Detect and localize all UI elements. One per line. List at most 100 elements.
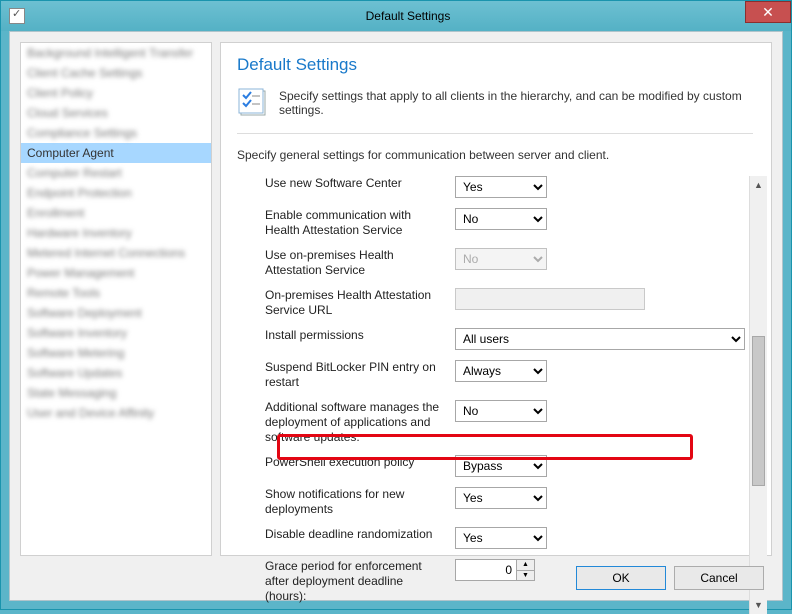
- ok-button[interactable]: OK: [576, 566, 666, 590]
- sidebar-item-label: Endpoint Protection: [27, 186, 132, 200]
- window-title: Default Settings: [25, 9, 791, 23]
- setting-control: Yes: [455, 487, 547, 509]
- settings-panel: Default Settings Specify settings that a…: [220, 42, 772, 556]
- setting-dropdown[interactable]: Always: [455, 360, 547, 382]
- setting-label: PowerShell execution policy: [265, 455, 455, 470]
- sidebar-item-label: Client Policy: [27, 86, 93, 100]
- setting-label: On-premises Health Attestation Service U…: [265, 288, 455, 318]
- scroll-thumb[interactable]: [752, 336, 765, 486]
- sidebar-item[interactable]: Hardware Inventory: [21, 223, 211, 243]
- setting-dropdown[interactable]: Yes: [455, 176, 547, 198]
- sidebar-item[interactable]: Software Metering: [21, 343, 211, 363]
- sidebar-item-label: Software Inventory: [27, 326, 127, 340]
- setting-spinner[interactable]: ▲▼: [455, 559, 535, 581]
- sidebar-item[interactable]: Computer Restart: [21, 163, 211, 183]
- setting-label: Disable deadline randomization: [265, 527, 455, 542]
- dialog-button-bar: OK Cancel: [576, 566, 764, 590]
- setting-dropdown[interactable]: Yes: [455, 527, 547, 549]
- sidebar-item[interactable]: Software Deployment: [21, 303, 211, 323]
- sidebar-item[interactable]: Background Intelligent Transfer: [21, 43, 211, 63]
- sidebar-item-label: Software Metering: [27, 346, 124, 360]
- sidebar-item-label: Software Deployment: [27, 306, 142, 320]
- category-sidebar[interactable]: Background Intelligent Transfer Client Ca…: [20, 42, 212, 556]
- setting-dropdown[interactable]: Yes: [455, 487, 547, 509]
- sidebar-item-label: Enrollment: [27, 206, 84, 220]
- panel-sub-intro: Specify general settings for communicati…: [237, 148, 767, 162]
- sidebar-item-label: Background Intelligent Transfer: [27, 46, 193, 60]
- setting-row: On-premises Health Attestation Service U…: [265, 288, 745, 318]
- sidebar-item-label: Metered Internet Connections: [27, 246, 185, 260]
- setting-label: Grace period for enforcement after deplo…: [265, 559, 455, 604]
- sidebar-item-label: Computer Restart: [27, 166, 122, 180]
- sidebar-item[interactable]: Software Updates: [21, 363, 211, 383]
- setting-control: Bypass: [455, 455, 547, 477]
- setting-row: Use on-premises Health Attestation Servi…: [265, 248, 745, 278]
- sidebar-item[interactable]: Remote Tools: [21, 283, 211, 303]
- setting-label: Suspend BitLocker PIN entry on restart: [265, 360, 455, 390]
- sidebar-item[interactable]: User and Device Affinity: [21, 403, 211, 423]
- setting-row: Enable communication with Health Attesta…: [265, 208, 745, 238]
- system-menu-icon[interactable]: [9, 8, 25, 24]
- scroll-up-arrow[interactable]: ▲: [750, 176, 767, 194]
- setting-label: Enable communication with Health Attesta…: [265, 208, 455, 238]
- sidebar-item[interactable]: Compliance Settings: [21, 123, 211, 143]
- sidebar-item-label: Power Management: [27, 266, 134, 280]
- sidebar-item[interactable]: Endpoint Protection: [21, 183, 211, 203]
- setting-control: No: [455, 400, 547, 422]
- setting-control: No: [455, 248, 547, 270]
- setting-dropdown[interactable]: No: [455, 400, 547, 422]
- setting-control: All users: [455, 328, 745, 350]
- sidebar-item[interactable]: Power Management: [21, 263, 211, 283]
- sidebar-item[interactable]: Computer Agent: [21, 143, 211, 163]
- setting-control: No: [455, 208, 547, 230]
- setting-label: Use on-premises Health Attestation Servi…: [265, 248, 455, 278]
- sidebar-item-label: User and Device Affinity: [27, 406, 154, 420]
- spinner-down[interactable]: ▼: [517, 571, 534, 581]
- cancel-button[interactable]: Cancel: [674, 566, 764, 590]
- divider: [237, 133, 753, 134]
- setting-row: PowerShell execution policyBypass: [265, 455, 745, 477]
- setting-row: Show notifications for new deploymentsYe…: [265, 487, 745, 517]
- settings-list: Use new Software CenterYesEnable communi…: [237, 176, 749, 614]
- setting-dropdown[interactable]: All users: [455, 328, 745, 350]
- setting-label: Use new Software Center: [265, 176, 455, 191]
- setting-control: Yes: [455, 176, 547, 198]
- setting-row: Disable deadline randomizationYes: [265, 527, 745, 549]
- setting-dropdown[interactable]: Bypass: [455, 455, 547, 477]
- default-settings-window: Default Settings ✕ Background Intelligen…: [0, 0, 792, 610]
- setting-label: Show notifications for new deployments: [265, 487, 455, 517]
- setting-row: Install permissionsAll users: [265, 328, 745, 350]
- vertical-scrollbar[interactable]: ▲ ▼: [749, 176, 767, 614]
- sidebar-item-label: State Messaging: [27, 386, 116, 400]
- sidebar-item[interactable]: Enrollment: [21, 203, 211, 223]
- sidebar-item-label: Compliance Settings: [27, 126, 137, 140]
- sidebar-item[interactable]: Cloud Services: [21, 103, 211, 123]
- checklist-icon: [237, 87, 269, 119]
- dialog-body: Background Intelligent Transfer Client Ca…: [9, 31, 783, 601]
- setting-control: Always: [455, 360, 547, 382]
- sidebar-item[interactable]: Metered Internet Connections: [21, 243, 211, 263]
- sidebar-item[interactable]: Client Cache Settings: [21, 63, 211, 83]
- setting-textbox: [455, 288, 645, 310]
- spinner-input[interactable]: [456, 560, 516, 580]
- titlebar: Default Settings ✕: [1, 1, 791, 31]
- panel-intro: Specify settings that apply to all clien…: [279, 89, 753, 117]
- sidebar-item[interactable]: Client Policy: [21, 83, 211, 103]
- panel-heading: Default Settings: [237, 55, 767, 75]
- setting-row: Suspend BitLocker PIN entry on restartAl…: [265, 360, 745, 390]
- sidebar-item-label: Computer Agent: [27, 146, 114, 160]
- setting-dropdown[interactable]: No: [455, 208, 547, 230]
- setting-row: Use new Software CenterYes: [265, 176, 745, 198]
- setting-label: Install permissions: [265, 328, 455, 343]
- sidebar-item[interactable]: Software Inventory: [21, 323, 211, 343]
- close-button[interactable]: ✕: [745, 1, 791, 23]
- sidebar-item-label: Remote Tools: [27, 286, 100, 300]
- setting-dropdown: No: [455, 248, 547, 270]
- sidebar-item-label: Software Updates: [27, 366, 122, 380]
- sidebar-item[interactable]: State Messaging: [21, 383, 211, 403]
- scroll-down-arrow[interactable]: ▼: [750, 596, 767, 614]
- sidebar-item-label: Client Cache Settings: [27, 66, 142, 80]
- spinner-up[interactable]: ▲: [517, 560, 534, 571]
- setting-label: Additional software manages the deployme…: [265, 400, 455, 445]
- setting-control: [455, 288, 645, 310]
